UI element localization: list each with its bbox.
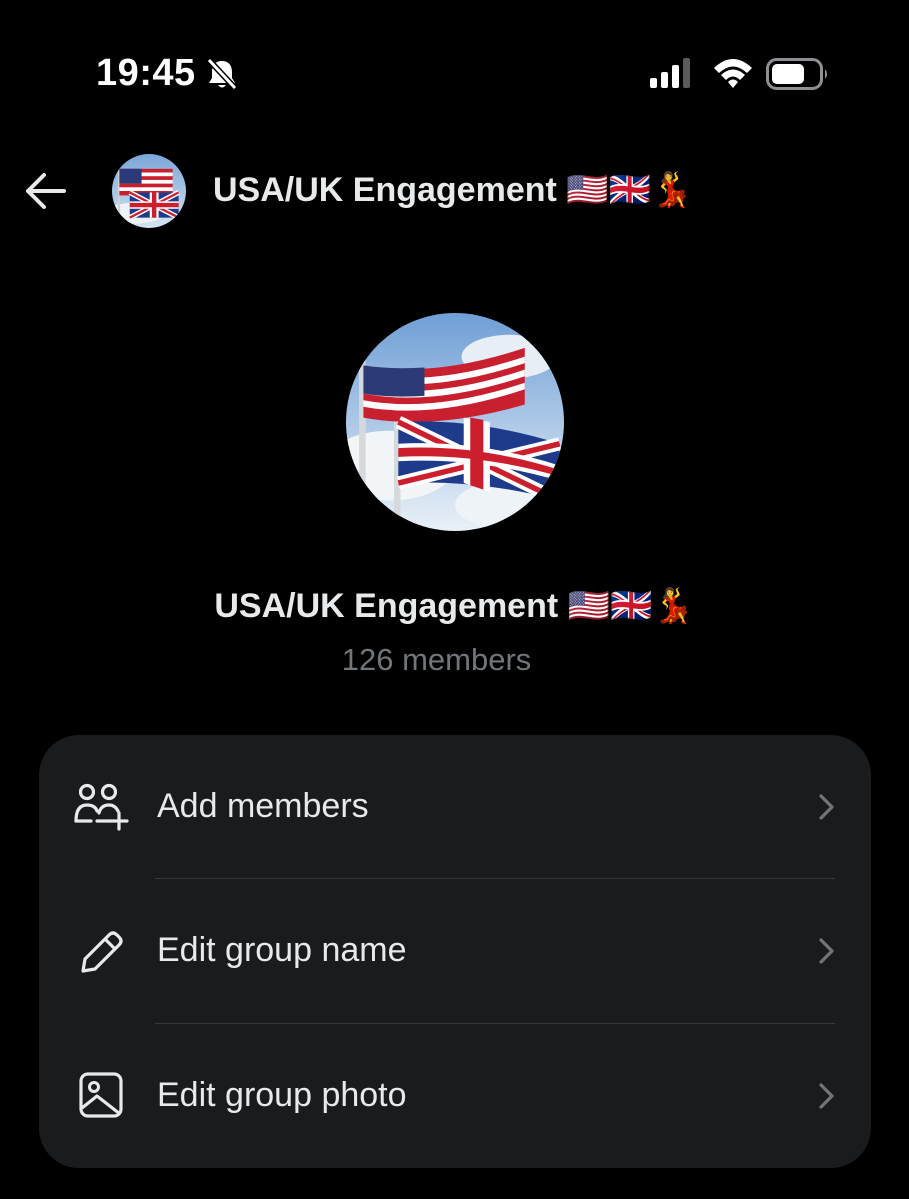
cellular-signal-icon bbox=[650, 58, 690, 88]
header-group-avatar[interactable] bbox=[112, 154, 186, 228]
chevron-right-icon bbox=[819, 938, 834, 964]
member-count: 126 members bbox=[341, 642, 532, 677]
chevron-right-icon bbox=[819, 794, 834, 820]
group-actions-card: Add members Edit group name Edit group p… bbox=[39, 735, 871, 1168]
wifi-icon bbox=[714, 59, 752, 88]
group-name: USA/UK Engagement 🇺🇸🇬🇧💃 bbox=[214, 587, 695, 625]
flags-photo-large bbox=[346, 313, 564, 531]
status-time: 19:45 bbox=[96, 52, 196, 94]
chevron-right-icon bbox=[819, 1083, 834, 1109]
battery-icon bbox=[766, 58, 827, 90]
edit-group-photo-label: Edit group photo bbox=[157, 1076, 407, 1114]
top-nav-bar: USA/UK Engagement 🇺🇸🇬🇧💃 bbox=[0, 150, 909, 232]
bell-muted-icon bbox=[206, 57, 238, 91]
edit-group-name-label: Edit group name bbox=[157, 931, 407, 969]
add-members-icon bbox=[74, 783, 129, 831]
image-icon bbox=[79, 1072, 123, 1118]
add-members-button[interactable]: Add members bbox=[39, 735, 871, 879]
edit-group-name-button[interactable]: Edit group name bbox=[39, 879, 871, 1023]
group-photo[interactable] bbox=[346, 313, 564, 531]
flags-photo bbox=[112, 154, 186, 228]
status-bar: 19:45 bbox=[0, 0, 909, 150]
back-arrow-icon[interactable] bbox=[22, 168, 70, 214]
header-title: USA/UK Engagement 🇺🇸🇬🇧💃 bbox=[213, 171, 694, 209]
edit-group-photo-button[interactable]: Edit group photo bbox=[39, 1024, 871, 1168]
pencil-icon bbox=[81, 931, 123, 973]
group-info-screen: 19:45 USA/UK Engagement 🇺🇸🇬🇧💃 USA/UK Eng… bbox=[0, 0, 909, 1199]
add-members-label: Add members bbox=[157, 787, 369, 825]
